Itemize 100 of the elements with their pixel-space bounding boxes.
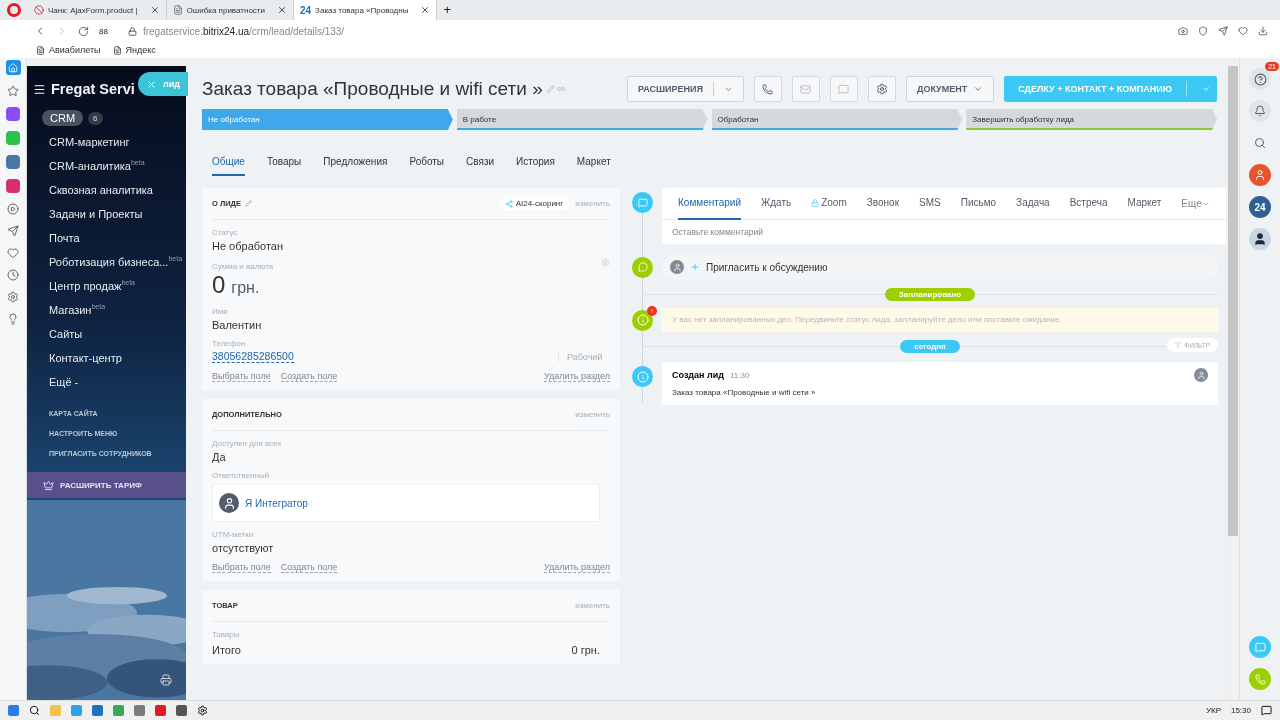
bookmark[interactable]: Яндекс xyxy=(112,45,156,55)
section-link[interactable]: Выбрать поле xyxy=(212,371,271,382)
app-icon[interactable] xyxy=(176,705,187,716)
menu-item[interactable]: Контакт-центр xyxy=(27,346,186,370)
heart-icon[interactable] xyxy=(1238,26,1248,36)
menu-item[interactable]: CRM-аналитика$^{beta}$ xyxy=(27,154,186,178)
chat-icon[interactable] xyxy=(6,131,20,145)
send-icon[interactable] xyxy=(1218,26,1228,36)
lightbulb-icon[interactable] xyxy=(7,313,19,325)
new-tab-button[interactable]: + xyxy=(437,2,457,20)
tab[interactable]: История xyxy=(516,156,555,176)
composer-tab[interactable]: Письмо xyxy=(960,187,997,220)
app-icon[interactable] xyxy=(113,705,124,716)
tab[interactable]: Маркет xyxy=(576,156,611,176)
settings-button[interactable] xyxy=(867,76,896,102)
messenger-icon[interactable] xyxy=(6,107,20,121)
app-icon[interactable] xyxy=(71,705,82,716)
extensions-button[interactable]: РАСШИРЕНИЯ xyxy=(627,76,744,102)
tab[interactable]: Товары xyxy=(266,156,302,176)
menu-item[interactable]: Задачи и Проекты xyxy=(27,202,186,226)
section-link[interactable]: Создать поле xyxy=(280,562,338,573)
stage-step[interactable]: Обработан xyxy=(711,109,963,130)
download-icon[interactable] xyxy=(1258,26,1268,36)
app-icon[interactable] xyxy=(155,705,166,716)
bell-icon[interactable] xyxy=(1249,100,1271,122)
menu-item[interactable]: Роботизация бизнеса...$^{beta}$ xyxy=(27,250,186,274)
menu-item[interactable]: CRM-маркетинг xyxy=(27,130,186,154)
menu-item[interactable]: CRM xyxy=(42,110,84,126)
phone-button[interactable] xyxy=(753,76,782,102)
tab[interactable]: Общие xyxy=(212,156,245,176)
menu-item[interactable]: Ещё - xyxy=(27,370,186,394)
scrollbar-thumb[interactable] xyxy=(1228,66,1238,536)
invite-button[interactable]: Пригласить к обсуждению xyxy=(662,254,1218,280)
section-link[interactable]: Удалить раздел xyxy=(544,562,610,573)
browser-logo-icon[interactable] xyxy=(7,3,21,17)
document-button[interactable]: ДОКУМЕНТ xyxy=(905,76,995,102)
portal-title[interactable]: Fregat Servi xyxy=(51,81,135,97)
menu-item[interactable]: Почта xyxy=(27,226,186,250)
language-indicator[interactable]: УКР xyxy=(1205,706,1221,715)
upgrade-button[interactable]: РАСШИРИТЬ ТАРИФ xyxy=(27,472,186,498)
notification-icon[interactable] xyxy=(1261,705,1272,716)
clock[interactable]: 15:30 xyxy=(1230,706,1251,715)
menu-icon[interactable] xyxy=(33,82,46,96)
browser-tab[interactable]: Ошибка приватности xyxy=(166,0,294,20)
menu-item[interactable]: Магазин$^{beta}$ xyxy=(27,298,186,322)
close-icon[interactable] xyxy=(276,5,287,15)
menu-item[interactable]: Сквозная аналитика xyxy=(27,178,186,202)
user-link[interactable]: Я Интегратор xyxy=(245,497,308,509)
close-icon[interactable] xyxy=(149,5,160,15)
scoring-button[interactable]: AI24-скоринг xyxy=(498,197,570,210)
section-link[interactable]: Создать поле xyxy=(280,371,338,382)
social-icon[interactable] xyxy=(6,155,20,169)
composer-tab[interactable]: Звонок xyxy=(866,187,899,220)
composer-tab[interactable]: Задача xyxy=(1016,187,1050,220)
chat-avatar[interactable]: 24 xyxy=(1249,196,1271,218)
stage-step[interactable]: Завершить обработку лида xyxy=(966,109,1217,130)
menu-item[interactable]: Центр продаж$^{beta}$ xyxy=(27,274,186,298)
field-label: Имя xyxy=(212,307,229,316)
camera-app-icon[interactable] xyxy=(6,179,20,193)
section-link[interactable]: Выбрать поле xyxy=(212,562,271,573)
menu-item[interactable]: Сайты xyxy=(27,322,186,346)
composer-tab[interactable]: Встреча xyxy=(1069,187,1108,220)
stage-step[interactable]: В работе xyxy=(456,109,708,130)
phone-link[interactable]: 38056285286500 xyxy=(212,350,294,363)
composer-tab[interactable]: Маркет xyxy=(1127,187,1162,220)
browser-tab[interactable]: Чанк: AjaxForm.product | xyxy=(28,0,167,20)
section-link[interactable]: Удалить раздел xyxy=(544,371,610,382)
composer-tab[interactable]: Ждать xyxy=(761,187,792,220)
composer-tab[interactable]: SMS xyxy=(919,187,941,220)
browser-tab[interactable]: 24 Заказ товара «Проводны xyxy=(293,0,438,20)
more-menu[interactable]: Еще xyxy=(1181,198,1210,209)
play-icon[interactable] xyxy=(7,203,19,215)
tab[interactable]: Связи xyxy=(466,156,495,176)
star-icon[interactable] xyxy=(7,85,19,97)
printer-icon[interactable] xyxy=(160,674,172,686)
user-avatar-icon[interactable] xyxy=(1249,228,1271,250)
heart-icon[interactable] xyxy=(7,247,19,259)
send-icon[interactable] xyxy=(7,225,19,237)
app-icon[interactable] xyxy=(134,705,145,716)
settings-icon[interactable] xyxy=(197,705,208,716)
close-icon[interactable] xyxy=(420,5,431,15)
comment-field[interactable]: Оставьте комментарий xyxy=(662,220,1226,244)
caret-icon xyxy=(1201,84,1211,94)
clock-icon[interactable] xyxy=(7,269,19,281)
tab[interactable]: Предложения xyxy=(323,156,388,176)
edit-icon[interactable] xyxy=(244,200,252,207)
speed-dial-button[interactable]: 88 xyxy=(99,26,108,36)
app-icon[interactable] xyxy=(92,705,103,716)
tab[interactable]: Роботы xyxy=(409,156,445,176)
search-icon[interactable] xyxy=(29,705,40,716)
home-icon[interactable] xyxy=(5,60,21,75)
composer-tab[interactable]: Zoom xyxy=(811,187,847,220)
bookmark[interactable]: Авиабилеты xyxy=(36,45,101,55)
reload-icon[interactable] xyxy=(78,25,89,37)
camera-icon[interactable] xyxy=(1178,26,1188,36)
chat-bubble-icon[interactable] xyxy=(1249,636,1271,658)
windows-icon[interactable] xyxy=(8,705,19,716)
help-icon[interactable] xyxy=(1249,68,1271,90)
shield-icon[interactable] xyxy=(1198,26,1208,36)
address-field[interactable]: fregatservice.bitrix24.ua/crm/lead/details/133/ xyxy=(142,25,345,37)
